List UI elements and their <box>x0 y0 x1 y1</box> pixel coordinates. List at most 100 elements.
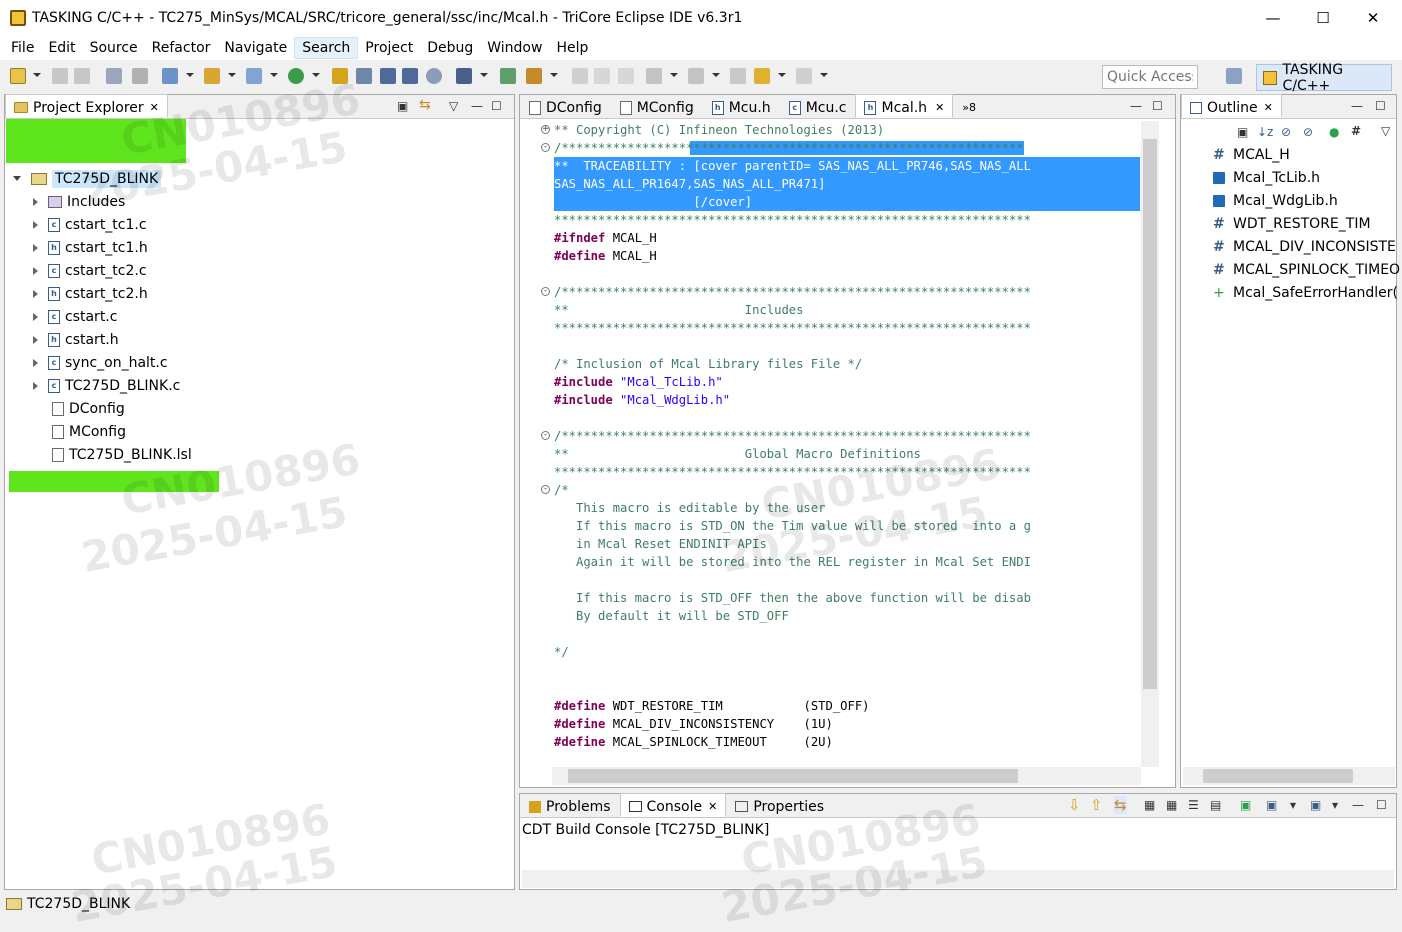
code-line[interactable]: If this macro is STD_ON the Tim value wi… <box>554 517 1140 535</box>
fold-collapse-icon[interactable]: - <box>541 287 550 296</box>
editor-vertical-scrollbar[interactable] <box>1141 121 1159 767</box>
hide-nonpublic-icon[interactable]: ● <box>1329 125 1339 139</box>
tree-item-cstart-h[interactable]: h cstart.h <box>33 328 119 351</box>
menu-help[interactable]: Help <box>549 38 595 58</box>
maximize-button[interactable]: ☐ <box>1300 0 1346 36</box>
tab-mcu-c[interactable]: c Mcu.c <box>780 94 856 118</box>
hide-static-icon[interactable]: ⊘ <box>1303 125 1313 139</box>
new-icon[interactable] <box>10 68 26 84</box>
new-dropdown-icon[interactable] <box>33 73 41 77</box>
refresh-icon[interactable] <box>288 68 304 84</box>
code-line[interactable] <box>554 625 1140 643</box>
code-line[interactable]: This macro is editable by the user <box>554 499 1140 517</box>
word-wrap-icon[interactable]: ☰ <box>1188 798 1199 812</box>
close-icon[interactable]: ✕ <box>708 800 717 813</box>
tree-item-sync-on-halt[interactable]: c sync_on_halt.c <box>33 351 168 374</box>
collapse-arrow-icon[interactable] <box>33 312 38 321</box>
code-line[interactable] <box>554 409 1140 427</box>
display-dropdown-icon[interactable]: ▾ <box>1290 798 1296 812</box>
code-line[interactable]: [/cover] <box>554 193 1140 211</box>
new-project-dropdown-icon[interactable] <box>186 73 194 77</box>
debug-dropdown-icon[interactable] <box>480 73 488 77</box>
code-line[interactable]: #define WDT_RESTORE_TIM (STD_OFF) <box>554 697 1140 715</box>
editor-horizontal-scrollbar[interactable] <box>552 767 1141 785</box>
back-dropdown-icon[interactable] <box>778 73 786 77</box>
menu-file[interactable]: File <box>4 38 41 58</box>
maximize-view-icon[interactable]: ☐ <box>1376 798 1387 812</box>
code-line[interactable]: #define MCAL_SPINLOCK_TIMEOUT (2U) <box>554 733 1140 751</box>
console-horizontal-scrollbar[interactable] <box>522 870 1394 888</box>
tab-mcal-h[interactable]: h Mcal.h ✕ <box>855 94 954 118</box>
tree-item-cstart-tc2-h[interactable]: h cstart_tc2.h <box>33 282 148 305</box>
tab-overflow[interactable]: »8 <box>953 94 985 118</box>
fold-collapse-icon[interactable]: - <box>541 485 550 494</box>
code-line[interactable] <box>554 337 1140 355</box>
registers-icon[interactable] <box>402 68 418 84</box>
new-source-dropdown-icon[interactable] <box>270 73 278 77</box>
run-icon[interactable] <box>500 68 516 84</box>
collapse-arrow-icon[interactable] <box>33 220 38 229</box>
hide-fields-icon[interactable]: ⊘ <box>1281 125 1291 139</box>
tree-item-includes[interactable]: Includes <box>33 190 125 213</box>
tree-item-cstart-c[interactable]: c cstart.c <box>33 305 117 328</box>
view-menu-icon[interactable]: ▽ <box>1381 124 1390 138</box>
menu-project[interactable]: Project <box>358 38 420 58</box>
remove-launch-icon[interactable]: ▤ <box>1210 798 1221 812</box>
code-line[interactable]: ****************************************… <box>554 463 1140 481</box>
tree-root[interactable]: TC275D_BLINK <box>13 167 162 190</box>
copy-build-log-icon[interactable]: ▦ <box>1166 798 1177 812</box>
tree-item-dconfig[interactable]: DConfig <box>52 397 125 420</box>
tree-item-cstart-tc1-c[interactable]: c cstart_tc1.c <box>33 213 147 236</box>
code-line[interactable] <box>554 265 1140 283</box>
collapse-arrow-icon[interactable] <box>33 289 38 298</box>
code-line[interactable]: /* <box>554 481 1140 499</box>
code-line[interactable]: Again it will be stored into the REL reg… <box>554 553 1140 571</box>
menu-navigate[interactable]: Navigate <box>217 38 294 58</box>
scroll-down-icon[interactable]: ⇩ <box>1068 796 1081 814</box>
code-line[interactable]: #include "Mcal_TcLib.h" <box>554 373 1140 391</box>
link-editor-icon[interactable]: ⇆ <box>419 97 431 113</box>
save-icon[interactable] <box>52 68 68 84</box>
code-line[interactable]: SAS_NAS_ALL_PR1647,SAS_NAS_ALL_PR471] <box>554 175 1140 193</box>
outline-item[interactable]: # MCAL_H <box>1213 143 1290 166</box>
menu-refactor[interactable]: Refactor <box>145 38 218 58</box>
memory-icon[interactable] <box>380 68 396 84</box>
step-icon[interactable] <box>132 68 148 84</box>
new-folder-icon[interactable] <box>204 68 220 84</box>
close-button[interactable]: ✕ <box>1350 0 1396 36</box>
build-icon[interactable] <box>106 68 122 84</box>
display-console-icon[interactable]: ▣ <box>1266 798 1277 812</box>
prev-annotation-icon[interactable] <box>688 68 704 84</box>
code-line[interactable]: By default it will be STD_OFF <box>554 607 1140 625</box>
perspective-tasking-button[interactable]: TASKING C/C++ <box>1256 62 1392 94</box>
collapse-arrow-icon[interactable] <box>33 335 38 344</box>
tree-item-mconfig[interactable]: MConfig <box>52 420 126 443</box>
hide-macros-icon[interactable]: # <box>1351 124 1361 138</box>
outline-item[interactable]: # MCAL_DIV_INCONSISTE <box>1213 235 1396 258</box>
tree-item-lsl[interactable]: TC275D_BLINK.lsl <box>52 443 192 466</box>
menu-window[interactable]: Window <box>480 38 549 58</box>
minimize-view-icon[interactable]: — <box>471 99 483 113</box>
code-line[interactable]: /***************************************… <box>554 427 1140 445</box>
code-line[interactable]: #ifndef MCAL_H <box>554 229 1140 247</box>
outline-item[interactable]: # MCAL_SPINLOCK_TIMEO <box>1213 258 1400 281</box>
close-icon[interactable]: ✕ <box>1264 101 1273 114</box>
tab-properties[interactable]: Properties <box>726 793 833 817</box>
next-annotation-dropdown-icon[interactable] <box>670 73 678 77</box>
maximize-view-icon[interactable]: ☐ <box>1152 99 1163 113</box>
new-project-icon[interactable] <box>162 68 178 84</box>
mark-icon[interactable] <box>618 68 634 84</box>
sort-icon[interactable]: ↓z <box>1257 125 1273 139</box>
quick-access-input[interactable] <box>1102 65 1198 89</box>
external-tools-icon[interactable] <box>526 68 542 84</box>
minimize-view-icon[interactable]: — <box>1130 99 1142 113</box>
fold-collapse-icon[interactable]: - <box>541 143 550 152</box>
outline-item[interactable]: Mcal_WdgLib.h <box>1213 189 1338 212</box>
outline-horizontal-scrollbar[interactable] <box>1183 767 1395 785</box>
save-all-icon[interactable] <box>74 68 90 84</box>
close-icon[interactable]: ✕ <box>935 101 944 114</box>
tab-mcu-h[interactable]: h Mcu.h <box>703 94 780 118</box>
code-line[interactable] <box>554 679 1140 697</box>
maximize-view-icon[interactable]: ☐ <box>1375 99 1386 113</box>
expand-arrow-icon[interactable] <box>13 176 21 181</box>
